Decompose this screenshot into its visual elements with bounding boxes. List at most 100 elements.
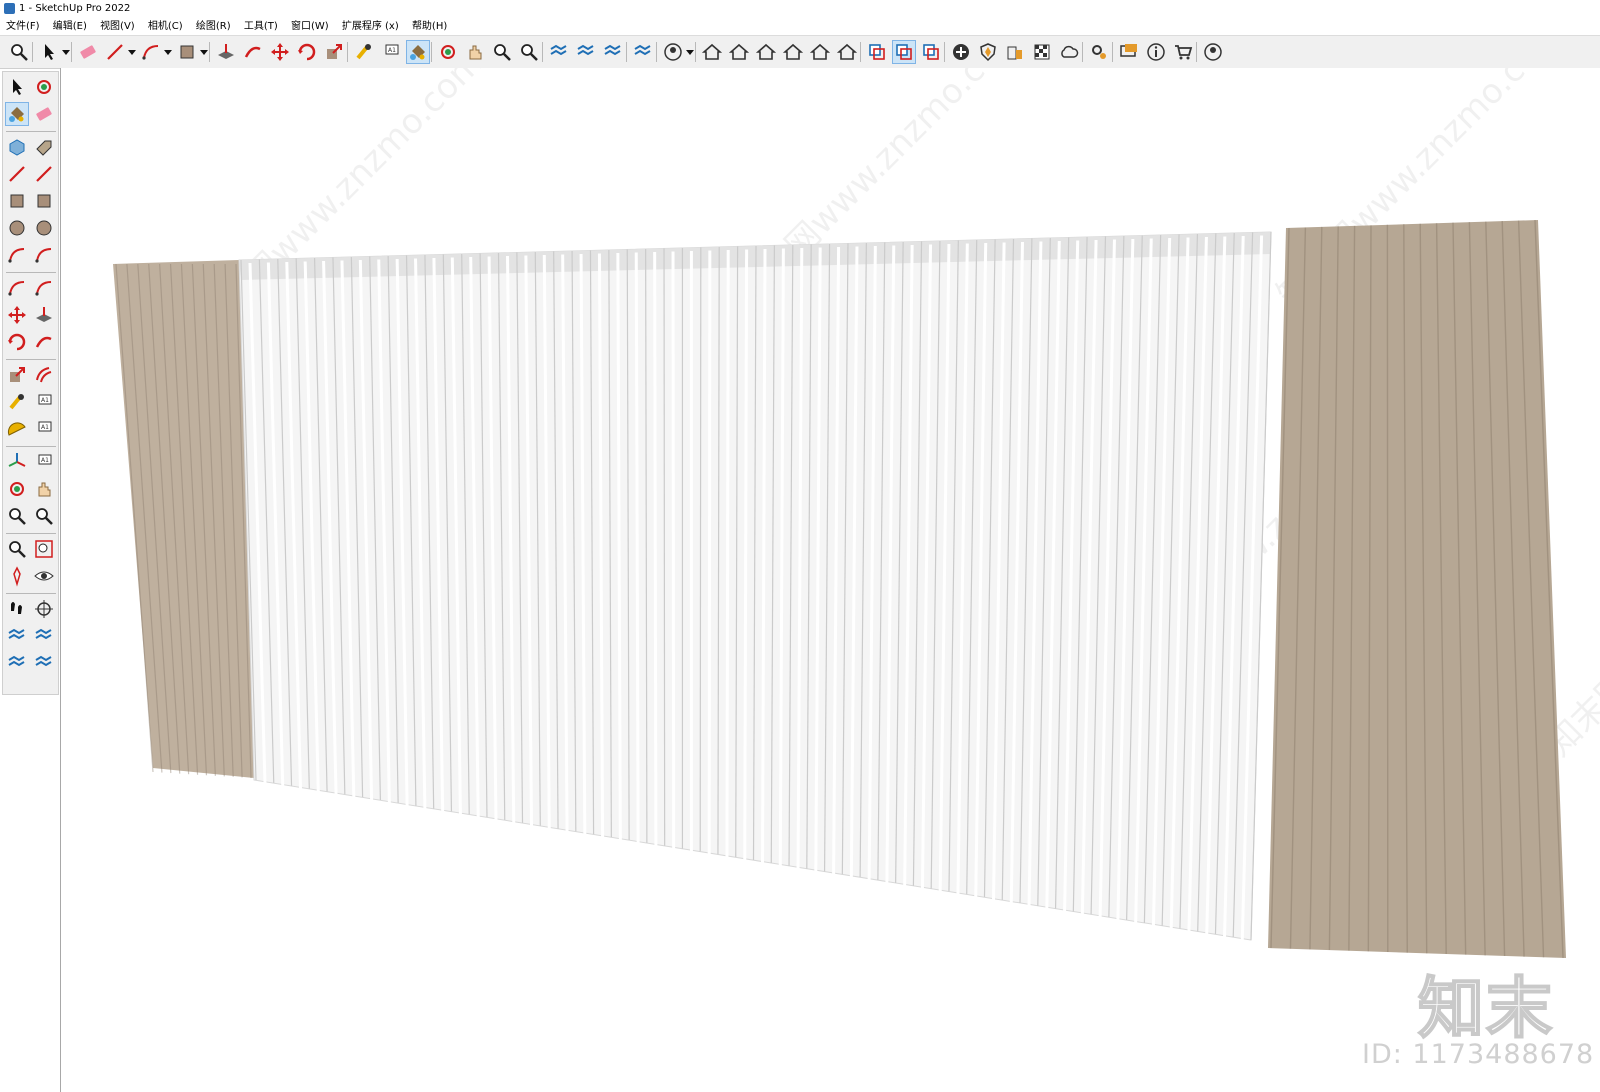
left-push-pull-icon[interactable] [33, 304, 55, 326]
left-previous-view-icon[interactable] [33, 538, 55, 560]
scale-icon[interactable] [323, 41, 345, 63]
left-move-icon[interactable] [6, 304, 28, 326]
left-paint-bucket-icon[interactable] [5, 102, 29, 126]
left-tag-icon[interactable] [33, 136, 55, 158]
left-sandbox-scratch-icon[interactable] [33, 625, 55, 647]
move-icon[interactable] [269, 41, 291, 63]
eraser-icon[interactable] [77, 41, 99, 63]
left-sandbox-contours-icon[interactable] [6, 625, 28, 647]
info-icon[interactable] [1145, 41, 1167, 63]
pan-icon[interactable] [464, 41, 486, 63]
left-pan-icon[interactable] [33, 478, 55, 500]
add-icon[interactable] [950, 41, 972, 63]
menu-help[interactable]: 帮助(H) [407, 18, 452, 35]
chat-icon[interactable] [1118, 41, 1140, 63]
left-3d-text-icon[interactable]: A1 [33, 451, 55, 473]
left-zoom-extents-icon[interactable] [6, 538, 28, 560]
menu-tools[interactable]: 工具(T) [239, 18, 283, 35]
account-dropdown-icon[interactable] [662, 41, 684, 63]
left-circle-icon[interactable] [6, 217, 28, 239]
cart-icon[interactable] [1172, 41, 1194, 63]
menu-camera[interactable]: 相机(C) [143, 18, 188, 35]
left-protractor-icon[interactable] [6, 418, 28, 440]
sandbox-1-icon[interactable] [548, 41, 570, 63]
left-orbit-cursor-icon[interactable] [33, 76, 55, 98]
left-rotated-rectangle-icon[interactable] [33, 190, 55, 212]
warehouse-2-icon[interactable] [728, 41, 750, 63]
checkerboard-icon[interactable] [1031, 41, 1053, 63]
left-rectangle-icon[interactable] [6, 190, 28, 212]
left-stamp-icon[interactable] [6, 652, 28, 674]
select-dropdown-icon[interactable] [38, 41, 60, 63]
left-freehand-icon[interactable] [33, 163, 55, 185]
chevron-down-icon[interactable] [164, 50, 172, 55]
sandbox-4-icon[interactable] [632, 41, 654, 63]
chevron-down-icon[interactable] [128, 50, 136, 55]
chevron-down-icon[interactable] [200, 50, 208, 55]
left-rotate-icon[interactable] [6, 331, 28, 353]
left-select-icon[interactable] [6, 76, 28, 98]
left-zoom-icon[interactable] [6, 505, 28, 527]
menu-edit[interactable]: 编辑(E) [48, 18, 92, 35]
left-arc-icon[interactable] [6, 244, 28, 266]
cloud-icon[interactable] [1058, 41, 1080, 63]
left-line-icon[interactable] [6, 163, 28, 185]
extension-manager-icon[interactable] [1088, 41, 1110, 63]
left-look-around-icon[interactable] [33, 565, 55, 587]
paint-bucket-icon[interactable] [406, 40, 430, 64]
push-pull-icon[interactable] [215, 41, 237, 63]
left-axes-icon[interactable] [6, 451, 28, 473]
solid-tools-2-icon[interactable] [892, 40, 916, 64]
warehouse-1-icon[interactable] [701, 41, 723, 63]
solid-tools-3-icon[interactable] [920, 41, 942, 63]
tape-measure-icon[interactable] [353, 41, 375, 63]
warehouse-3-icon[interactable] [755, 41, 777, 63]
chevron-down-icon[interactable] [62, 50, 70, 55]
warehouse-6-icon[interactable] [836, 41, 858, 63]
zoom-icon[interactable] [491, 41, 513, 63]
left-arc-2point-icon[interactable] [33, 244, 55, 266]
toolbar-separator [347, 42, 348, 62]
orbit-icon[interactable] [437, 41, 459, 63]
solid-tools-1-icon[interactable] [866, 41, 888, 63]
left-scale-icon[interactable] [6, 364, 28, 386]
left-eraser-icon[interactable] [33, 103, 55, 125]
menu-window[interactable]: 窗口(W) [286, 18, 334, 35]
model-viewport[interactable]: 知末网www.znzmo.com 知末网www.znzmo.com 知末网www.z… [60, 68, 1600, 1092]
left-component-icon[interactable] [6, 136, 28, 158]
left-pie-icon[interactable] [6, 277, 28, 299]
rotate-icon[interactable] [296, 41, 318, 63]
chevron-down-icon[interactable] [686, 50, 694, 55]
left-walk-icon[interactable] [6, 598, 28, 620]
sandbox-3-icon[interactable] [602, 41, 624, 63]
arc-dropdown-icon[interactable] [140, 41, 162, 63]
text-label-icon[interactable]: A1 [380, 41, 402, 63]
zoom-window-icon[interactable] [8, 41, 30, 63]
follow-me-icon[interactable] [242, 41, 264, 63]
warehouse-5-icon[interactable] [809, 41, 831, 63]
menu-file[interactable]: 文件(F) [0, 18, 45, 35]
left-zoom-window-icon[interactable] [33, 505, 55, 527]
line-pencil-dropdown-icon[interactable] [104, 41, 126, 63]
left-polygon-icon[interactable] [33, 217, 55, 239]
menu-draw[interactable]: 绘图(R) [191, 18, 236, 35]
sandbox-2-icon[interactable] [575, 41, 597, 63]
profile-icon[interactable] [1202, 41, 1224, 63]
zoom-extents-icon[interactable] [518, 41, 540, 63]
left-position-camera-icon[interactable] [6, 565, 28, 587]
rectangle-dropdown-icon[interactable] [176, 41, 198, 63]
left-dimension-icon[interactable]: A1 [33, 391, 55, 413]
left-follow-me-icon[interactable] [33, 331, 55, 353]
left-drape-icon[interactable] [33, 652, 55, 674]
left-section-plane-icon[interactable] [33, 598, 55, 620]
menu-view[interactable]: 视图(V) [95, 18, 140, 35]
building-icon[interactable] [1004, 41, 1026, 63]
left-offset-icon[interactable] [33, 364, 55, 386]
left-text-label-icon[interactable]: A1 [33, 418, 55, 440]
warehouse-4-icon[interactable] [782, 41, 804, 63]
menu-extensions[interactable]: 扩展程序 (x) [337, 18, 404, 35]
left-arc-3point-icon[interactable] [33, 277, 55, 299]
left-orbit-icon[interactable] [6, 478, 28, 500]
left-tape-measure-icon[interactable] [6, 391, 28, 413]
shield-icon[interactable] [977, 41, 999, 63]
